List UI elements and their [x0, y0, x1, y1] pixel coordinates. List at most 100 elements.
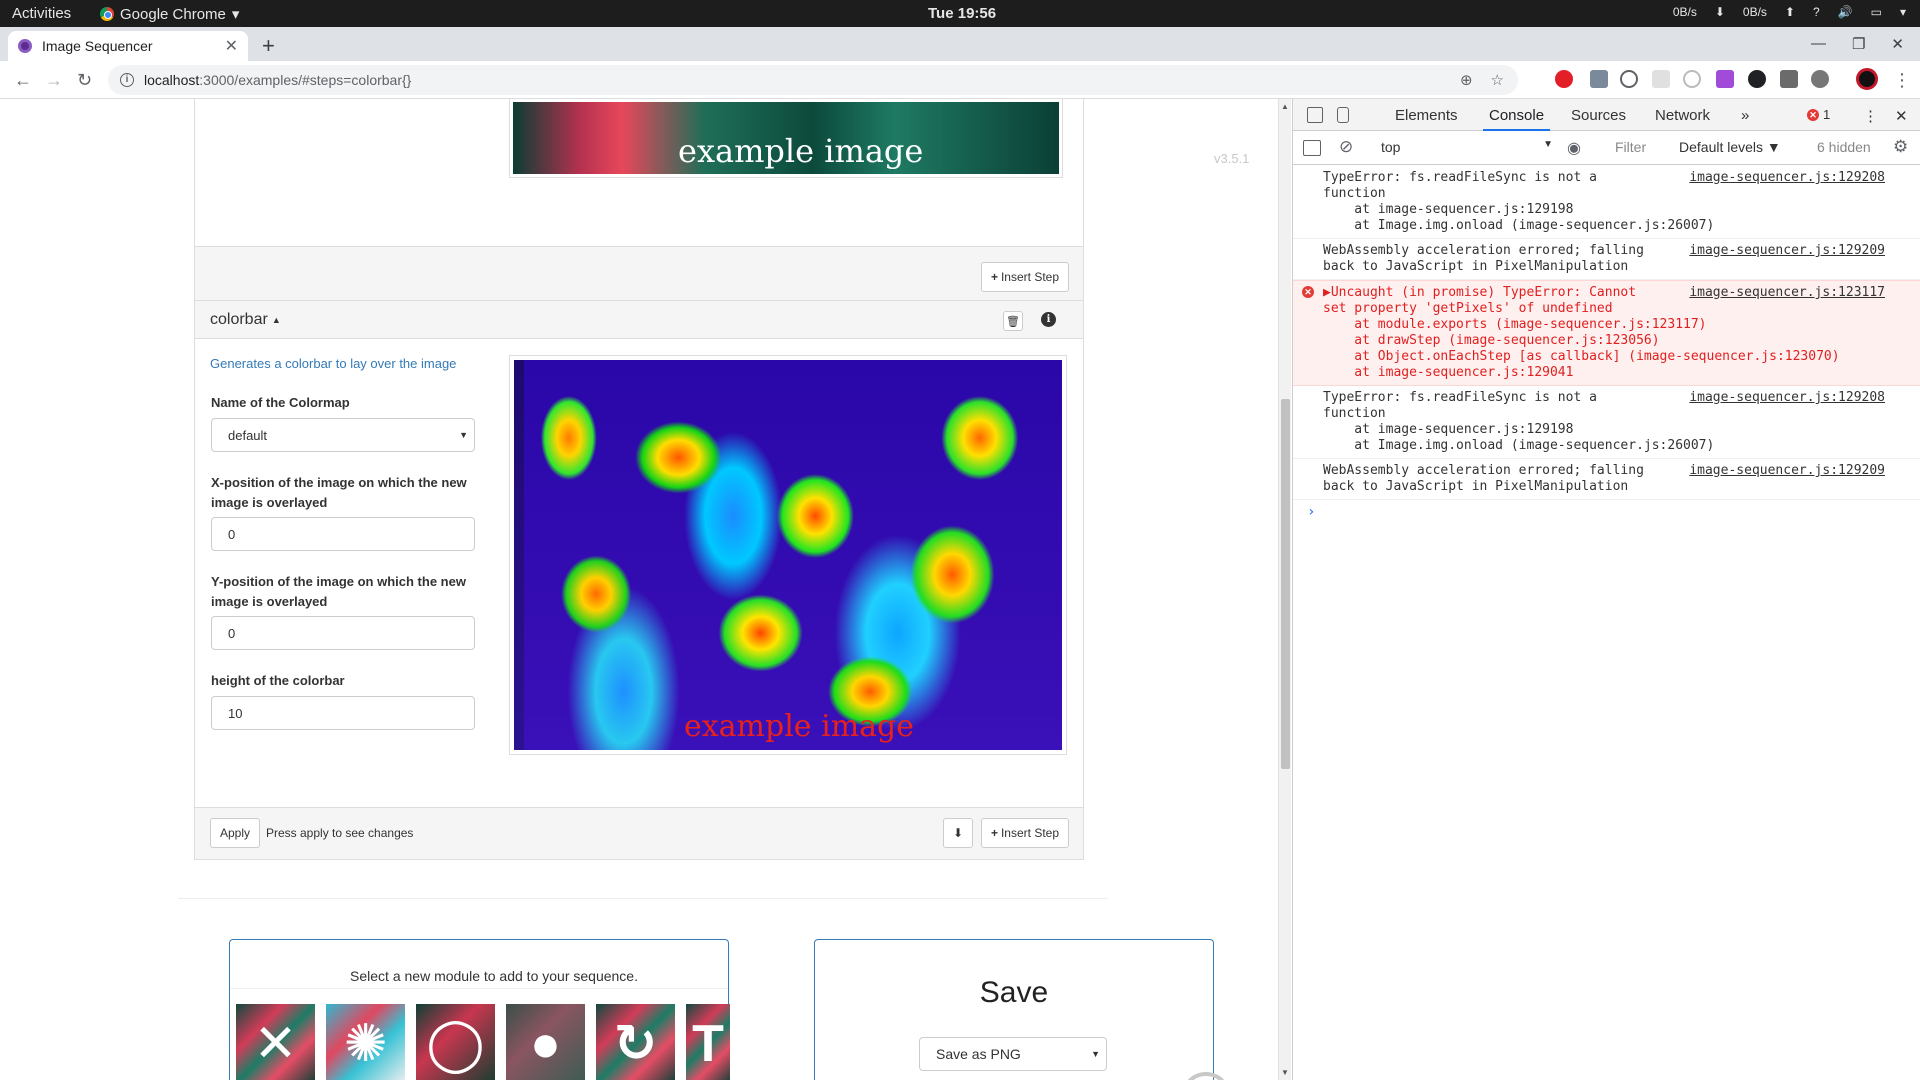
forward-icon[interactable]: →: [45, 70, 63, 91]
install-icon[interactable]: ⊕: [1460, 71, 1473, 89]
module-thumbnail-sun[interactable]: ✺: [326, 1004, 405, 1080]
new-tab-icon[interactable]: +: [262, 33, 275, 59]
stack-frame[interactable]: at module.exports (image-sequencer.js:12…: [1323, 317, 1920, 333]
save-format-select[interactable]: Save as PNG ▼: [919, 1037, 1107, 1071]
more-tabs-icon[interactable]: »: [1741, 107, 1749, 124]
console-message-text: ▶Uncaught (in promise) TypeError: Cannot…: [1323, 285, 1637, 316]
console-source-link[interactable]: image-sequencer.js:129208: [1689, 390, 1885, 406]
stack-frame[interactable]: at drawStep (image-sequencer.js:123056): [1323, 333, 1920, 349]
console-log-message[interactable]: TypeError: fs.readFileSync is not a func…: [1293, 166, 1920, 239]
console-log-message[interactable]: WebAssembly acceleration errored; fallin…: [1293, 459, 1920, 500]
insert-step-button[interactable]: + Insert Step: [980, 262, 1069, 292]
module-thumbnail-magnify[interactable]: ◯: [416, 1004, 495, 1080]
context-select[interactable]: top ▼: [1381, 139, 1553, 155]
y-position-input[interactable]: 0: [211, 616, 475, 650]
restore-icon[interactable]: ❐: [1852, 35, 1865, 53]
y-position-label: Y-position of the image on which the new…: [211, 574, 466, 609]
activities-button[interactable]: Activities: [12, 5, 71, 22]
profile-avatar[interactable]: [1856, 68, 1878, 90]
minimize-icon[interactable]: —: [1811, 35, 1826, 53]
inspect-element-icon[interactable]: [1307, 107, 1323, 123]
address-bar[interactable]: i localhost:3000/examples/#steps=colorba…: [108, 65, 1518, 95]
device-toolbar-icon[interactable]: [1337, 107, 1349, 123]
console-message-text: TypeError: fs.readFileSync is not a func…: [1323, 170, 1597, 201]
stack-frame[interactable]: at Image.img.onload (image-sequencer.js:…: [1323, 218, 1920, 234]
sidebar-toggle-icon[interactable]: [1303, 140, 1321, 156]
colorbar-height-input[interactable]: 10: [211, 696, 475, 730]
browser-tab[interactable]: Image Sequencer ✕: [8, 31, 248, 61]
error-icon: ✕: [1807, 108, 1819, 121]
close-tab-icon[interactable]: ✕: [225, 36, 238, 56]
console-filter-input[interactable]: Filter: [1615, 139, 1646, 155]
clock[interactable]: Tue 19:56: [928, 5, 996, 22]
chrome-menu-icon[interactable]: ⋮: [1893, 70, 1911, 91]
tab-elements[interactable]: Elements: [1395, 107, 1458, 124]
module-thumbnail-crop[interactable]: ✕: [236, 1004, 315, 1080]
app-name: Google Chrome: [120, 5, 226, 23]
help-icon[interactable]: ?: [1813, 5, 1820, 19]
console-source-link[interactable]: image-sequencer.js:129209: [1689, 243, 1885, 259]
console-source-link[interactable]: image-sequencer.js:129209: [1689, 463, 1885, 479]
stack-frame[interactable]: at Image.img.onload (image-sequencer.js:…: [1323, 438, 1920, 454]
module-thumbnail-drop[interactable]: ●: [506, 1004, 585, 1080]
scrollbar-thumb[interactable]: [1281, 399, 1290, 769]
close-window-icon[interactable]: ✕: [1891, 35, 1904, 53]
bookmark-star-icon[interactable]: ☆: [1491, 71, 1504, 89]
extension-icon[interactable]: [1683, 70, 1701, 88]
info-icon[interactable]: i: [120, 73, 134, 87]
page-scrollbar[interactable]: ▲ ▼: [1278, 99, 1291, 1080]
gear-icon[interactable]: ⚙: [1893, 137, 1908, 157]
chevron-down-icon[interactable]: ▾: [1900, 5, 1906, 19]
stack-frame[interactable]: at image-sequencer.js:129198: [1323, 422, 1920, 438]
clear-console-icon[interactable]: ⊘: [1339, 137, 1353, 157]
module-thumbnail-text[interactable]: T: [686, 1004, 730, 1080]
console-log-message[interactable]: TypeError: fs.readFileSync is not a func…: [1293, 386, 1920, 459]
info-icon[interactable]: i: [1041, 312, 1056, 327]
close-devtools-icon[interactable]: ✕: [1895, 107, 1908, 125]
extension-icon[interactable]: [1590, 70, 1608, 88]
console-log-message[interactable]: WebAssembly acceleration errored; fallin…: [1293, 239, 1920, 280]
colormap-select[interactable]: default ▼: [211, 418, 475, 452]
app-menu[interactable]: Google Chrome ▾: [100, 5, 239, 23]
step-title[interactable]: colorbar ▲: [210, 311, 281, 329]
system-tray[interactable]: 0B/s ⬇ 0B/s ⬆ ? 🔊 ▭ ▾: [1673, 5, 1906, 19]
tab-network[interactable]: Network: [1655, 107, 1710, 124]
apply-button[interactable]: Apply: [210, 818, 261, 848]
console-source-link[interactable]: image-sequencer.js:129208: [1689, 170, 1885, 186]
extension-icon[interactable]: [1748, 70, 1766, 88]
eye-icon[interactable]: ◉: [1567, 138, 1581, 158]
console-prompt[interactable]: ›: [1293, 500, 1920, 520]
module-thumbnail-rotate[interactable]: ↻: [596, 1004, 675, 1080]
colormap-label: Name of the Colormap: [211, 395, 350, 410]
stack-frame[interactable]: at image-sequencer.js:129198: [1323, 202, 1920, 218]
volume-icon[interactable]: 🔊: [1838, 5, 1853, 19]
insert-step-button[interactable]: + Insert Step: [980, 818, 1069, 848]
plus-icon: +: [990, 826, 998, 840]
extension-icon[interactable]: [1620, 70, 1638, 88]
console-error-message[interactable]: ✕ ▶Uncaught (in promise) TypeError: Canno…: [1293, 280, 1920, 386]
error-counter[interactable]: ✕ 1: [1807, 107, 1830, 122]
console-source-link[interactable]: image-sequencer.js:123117: [1689, 285, 1885, 301]
stack-frame[interactable]: at image-sequencer.js:129041: [1323, 365, 1920, 381]
back-icon[interactable]: ←: [14, 70, 32, 91]
trash-icon[interactable]: 🗑: [1003, 311, 1023, 331]
colorbar-output-image[interactable]: example image: [509, 355, 1067, 755]
devtools-menu-icon[interactable]: ⋮: [1863, 107, 1878, 125]
scroll-up-icon[interactable]: ▲: [1281, 102, 1289, 111]
battery-icon[interactable]: ▭: [1871, 5, 1882, 19]
image-watermark: example image: [684, 709, 914, 744]
tab-sources[interactable]: Sources: [1571, 107, 1626, 124]
log-levels-select[interactable]: Default levels ▼: [1679, 139, 1781, 155]
extension-icon[interactable]: [1811, 70, 1829, 88]
extension-icon[interactable]: [1555, 70, 1573, 88]
extension-icon[interactable]: [1716, 70, 1734, 88]
tab-console[interactable]: Console: [1482, 107, 1551, 131]
reload-icon[interactable]: ↻: [77, 70, 92, 91]
stack-frame[interactable]: at Object.onEachStep [as callback] (imag…: [1323, 349, 1920, 365]
scroll-down-icon[interactable]: ▼: [1281, 1068, 1289, 1077]
extension-icon[interactable]: [1780, 70, 1798, 88]
download-icon[interactable]: ⬇: [943, 818, 973, 848]
version-label: v3.5.1: [1214, 151, 1250, 166]
x-position-input[interactable]: 0: [211, 517, 475, 551]
extension-icon[interactable]: [1652, 70, 1670, 88]
